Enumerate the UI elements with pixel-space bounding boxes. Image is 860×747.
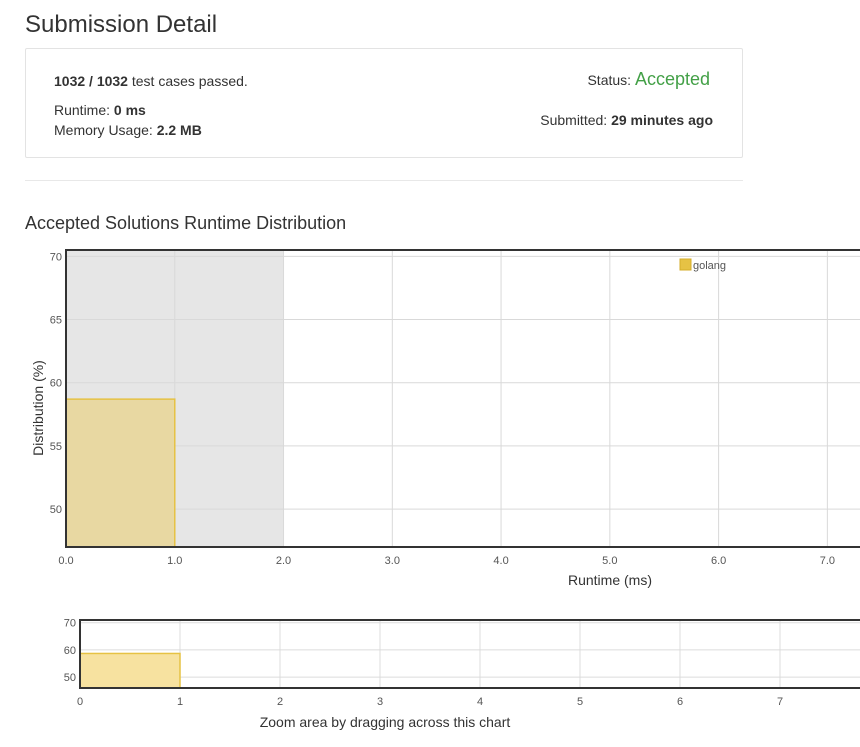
x-tick-label: 7.0 — [820, 555, 835, 567]
nav-x-tick-label: 1 — [177, 696, 183, 708]
nav-bar — [79, 652, 181, 689]
passed-count: 1032 / 1032 — [54, 73, 128, 89]
runtime-distribution-chart[interactable]: 0.0 1.0 2.0 3.0 4.0 5.0 6.0 7.0 50 55 60 65 70 golang… — [0, 240, 860, 600]
x-tick-label: 2.0 — [276, 555, 291, 567]
nav-y-tick-label: 60 — [64, 645, 76, 657]
x-axis-label: Runtime (ms) — [568, 572, 652, 588]
section-divider — [25, 180, 743, 181]
memory-value: 2.2 MB — [156, 122, 202, 138]
y-tick-label: 70 — [50, 251, 62, 263]
page-title: Submission Detail — [25, 11, 218, 38]
test-cases-passed: 1032 / 1032 test cases passed. — [54, 73, 248, 89]
runtime-label: Runtime: — [54, 102, 114, 118]
nav-x-tick-label: 2 — [277, 696, 283, 708]
distribution-section-title: Accepted Solutions Runtime Distribution — [25, 213, 347, 233]
submitted-label: Submitted: — [540, 112, 612, 128]
runtime-value: 0 ms — [113, 102, 146, 118]
x-tick-label: 1.0 — [167, 555, 182, 567]
nav-x-tick-label: 4 — [477, 696, 483, 708]
x-tick-label: 3.0 — [385, 555, 400, 567]
nav-y-tick-label: 50 — [64, 672, 76, 684]
nav-y-tick-label: 70 — [64, 618, 76, 630]
x-tick-label: 5.0 — [602, 555, 617, 567]
nav-x-tick-label: 7 — [777, 696, 783, 708]
y-tick-label: 65 — [50, 315, 62, 327]
zoom-navigator-chart[interactable]: 0 1 2 3 4 5 6 7 50 60 70 Zoom area by dragging acro… — [0, 610, 860, 740]
submitted-line: Submitted: 29 minutes ago — [540, 112, 713, 128]
submission-summary-panel: 1032 / 1032 test cases passed. Status: A… — [25, 48, 743, 158]
nav-x-tick-label: 5 — [577, 696, 583, 708]
submission-detail-page: Submission Detail 1032 / 1032 test cases… — [0, 0, 860, 747]
x-tick-label: 0.0 — [58, 555, 73, 567]
memory-label: Memory Usage: — [54, 122, 157, 138]
y-tick-label: 60 — [50, 378, 62, 390]
nav-plot-frame — [79, 619, 860, 689]
y-axis-label: Distribution (%) — [30, 360, 46, 456]
zoom-hint: Zoom area by dragging across this chart — [260, 714, 511, 730]
status-line: Status: Accepted — [587, 69, 710, 90]
status-label: Status: — [587, 72, 635, 88]
memory-line: Memory Usage: 2.2 MB — [54, 122, 202, 138]
status-badge[interactable]: Accepted — [635, 69, 710, 89]
nav-x-tick-label: 0 — [77, 696, 83, 708]
passed-suffix: test cases passed. — [127, 73, 248, 89]
legend-label-golang: golang — [693, 260, 726, 272]
x-tick-label: 4.0 — [493, 555, 508, 567]
y-tick-label: 55 — [50, 441, 62, 453]
submitted-value: 29 minutes ago — [611, 112, 713, 128]
nav-x-tick-label: 6 — [677, 696, 683, 708]
x-tick-label: 6.0 — [711, 555, 726, 567]
bar-golang — [65, 398, 176, 548]
runtime-line: Runtime: 0 ms — [54, 102, 146, 118]
legend-swatch-golang — [679, 258, 692, 271]
nav-x-tick-label: 3 — [377, 696, 383, 708]
y-tick-label: 50 — [50, 504, 62, 516]
